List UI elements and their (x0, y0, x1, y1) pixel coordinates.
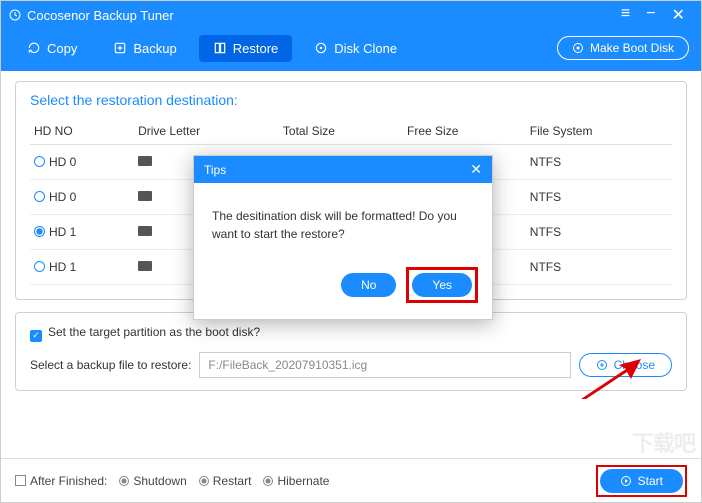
plus-icon (596, 359, 608, 371)
select-file-label: Select a backup file to restore: (30, 358, 191, 372)
annotation-box-yes: Yes (406, 267, 478, 303)
annotation-box-start: Start (596, 465, 687, 497)
after-finished-checkbox[interactable] (15, 475, 26, 486)
drive-icon (138, 261, 152, 271)
panel-title: Select the restoration destination: (30, 92, 672, 108)
after-finished-label: After Finished: (30, 474, 107, 488)
checkbox-icon[interactable]: ✓ (30, 330, 42, 342)
backup-icon (113, 41, 127, 55)
shutdown-label: Shutdown (133, 474, 186, 488)
lower-panel: ✓Set the target partition as the boot di… (15, 312, 687, 391)
boot-checkbox-row[interactable]: ✓Set the target partition as the boot di… (30, 325, 672, 342)
copy-icon (27, 41, 41, 55)
titlebar: Cocosenor Backup Tuner ≡ − ✕ Copy Backup… (1, 1, 701, 71)
radio-icon[interactable] (34, 226, 45, 237)
disk-clone-button[interactable]: Disk Clone (300, 35, 411, 62)
restore-icon (213, 41, 227, 55)
app-title: Cocosenor Backup Tuner (9, 8, 621, 23)
radio-shutdown[interactable] (119, 476, 129, 486)
dialog-close-icon[interactable]: ✕ (470, 161, 482, 178)
disk-clone-icon (314, 41, 328, 55)
drive-icon (138, 226, 152, 236)
yes-button[interactable]: Yes (412, 273, 472, 297)
restore-button[interactable]: Restore (199, 35, 293, 62)
col-free: Free Size (403, 118, 526, 145)
restart-label: Restart (213, 474, 252, 488)
col-total: Total Size (279, 118, 403, 145)
radio-hibernate[interactable] (263, 476, 273, 486)
choose-button[interactable]: Choose (579, 353, 672, 377)
dialog-title: Tips (204, 163, 226, 177)
drive-icon (138, 156, 152, 166)
col-fs: File System (526, 118, 672, 145)
window-controls: ≡ − ✕ (621, 5, 693, 25)
no-button[interactable]: No (341, 273, 396, 297)
tips-dialog: Tips ✕ The desitination disk will be for… (193, 155, 493, 320)
radio-restart[interactable] (199, 476, 209, 486)
col-drive: Drive Letter (134, 118, 279, 145)
boot-disk-icon (572, 42, 584, 54)
app-logo-icon (9, 9, 21, 21)
dialog-footer: No Yes (194, 257, 492, 319)
hibernate-label: Hibernate (277, 474, 329, 488)
backup-button[interactable]: Backup (99, 35, 190, 62)
radio-icon[interactable] (34, 261, 45, 272)
close-icon[interactable]: ✕ (672, 5, 685, 25)
make-boot-disk-button[interactable]: Make Boot Disk (557, 36, 689, 60)
start-button[interactable]: Start (600, 469, 683, 493)
footer: After Finished: Shutdown Restart Hiberna… (1, 458, 701, 502)
toolbar: Copy Backup Restore Disk Clone Make Boot… (1, 25, 701, 71)
dialog-titlebar: Tips ✕ (194, 156, 492, 183)
dialog-body: The desitination disk will be formatted!… (194, 183, 492, 257)
play-icon (620, 475, 632, 487)
col-hdno: HD NO (30, 118, 134, 145)
radio-icon[interactable] (34, 191, 45, 202)
backup-path-input[interactable] (199, 352, 570, 378)
menu-icon[interactable]: ≡ (621, 5, 630, 25)
drive-icon (138, 191, 152, 201)
minimize-icon[interactable]: − (646, 5, 655, 25)
radio-icon[interactable] (34, 156, 45, 167)
copy-button[interactable]: Copy (13, 35, 91, 62)
watermark: 下载吧 (632, 426, 695, 458)
